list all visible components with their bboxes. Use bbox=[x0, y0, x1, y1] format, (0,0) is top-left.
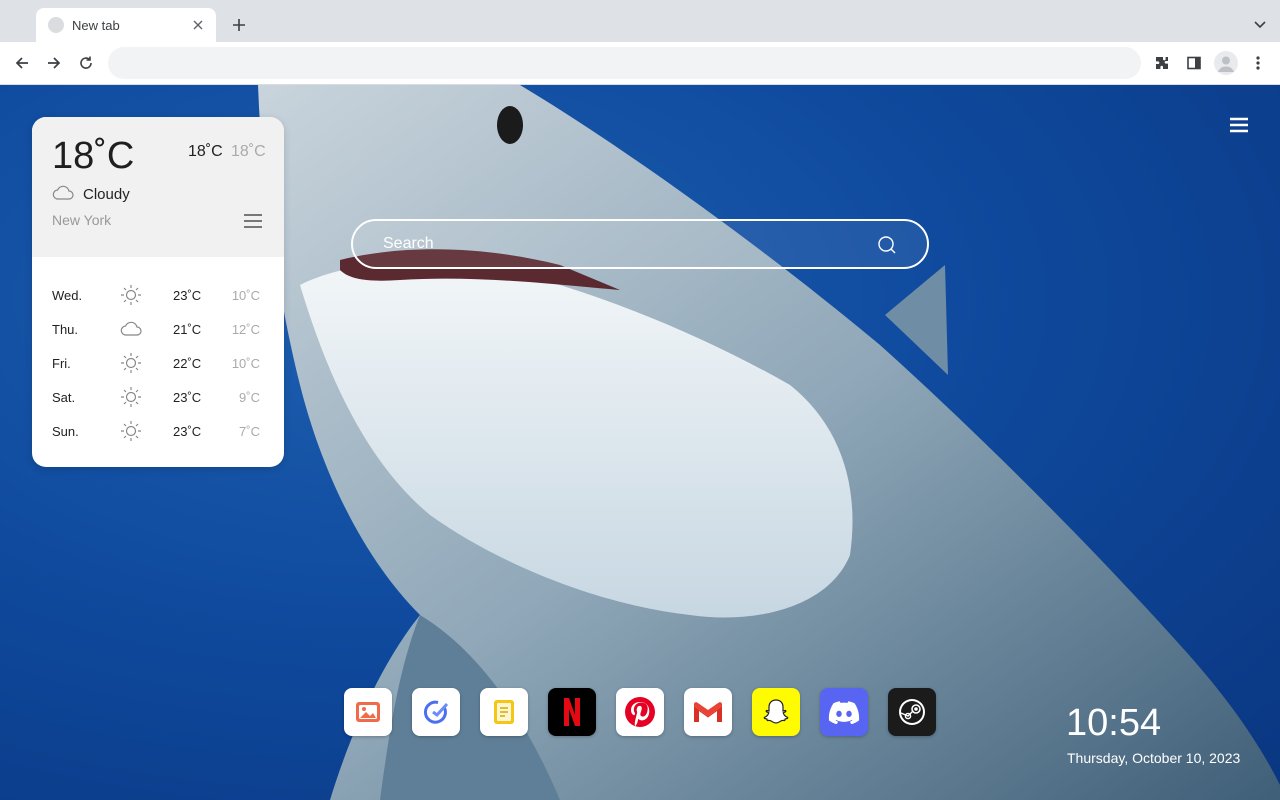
weather-widget: 18˚C 18˚C 18˚C Cloudy New York Wed. 23˚C… bbox=[32, 117, 284, 467]
close-icon[interactable] bbox=[190, 17, 206, 33]
photos-icon[interactable] bbox=[344, 688, 392, 736]
forecast-low: 9˚C bbox=[239, 390, 260, 405]
sun-icon bbox=[120, 386, 142, 408]
forecast-day: Sun. bbox=[52, 424, 79, 439]
clock-date: Thursday, October 10, 2023 bbox=[1067, 750, 1241, 766]
sun-icon bbox=[120, 284, 142, 306]
forecast-low: 12˚C bbox=[231, 322, 260, 337]
forecast-high: 21˚C bbox=[173, 322, 202, 337]
tab-favicon-icon bbox=[48, 17, 64, 33]
forecast-day: Wed. bbox=[52, 288, 83, 303]
address-bar[interactable] bbox=[108, 47, 1141, 79]
forecast-low: 7˚C bbox=[239, 424, 260, 439]
forecast-row: Thu. 21˚C 12˚C bbox=[32, 313, 284, 347]
cloud-icon bbox=[52, 184, 74, 200]
new-tab-page: 18˚C 18˚C 18˚C Cloudy New York Wed. 23˚C… bbox=[0, 85, 1280, 800]
search-input[interactable] bbox=[383, 221, 863, 267]
tab-strip: New tab bbox=[0, 0, 1280, 42]
back-icon[interactable] bbox=[11, 52, 33, 74]
sun-icon bbox=[120, 420, 142, 442]
search-box bbox=[351, 219, 929, 269]
forecast-list: Wed. 23˚C 10˚C Thu. 21˚C 12˚C Fri. 22˚C … bbox=[32, 257, 284, 449]
toolbar bbox=[0, 42, 1280, 85]
snapchat-icon[interactable] bbox=[752, 688, 800, 736]
forecast-high: 23˚C bbox=[173, 288, 202, 303]
forecast-day: Fri. bbox=[52, 356, 71, 371]
current-temperature: 18˚C bbox=[52, 135, 135, 177]
more-icon[interactable] bbox=[1247, 52, 1269, 74]
plus-icon[interactable] bbox=[228, 14, 250, 36]
profile-icon[interactable] bbox=[1214, 51, 1238, 75]
tab-title: New tab bbox=[72, 17, 120, 33]
tasks-icon[interactable] bbox=[412, 688, 460, 736]
chevron-down-icon[interactable] bbox=[1252, 16, 1268, 32]
forecast-high: 23˚C bbox=[173, 424, 202, 439]
tab-new-tab[interactable]: New tab bbox=[36, 8, 216, 42]
reload-icon[interactable] bbox=[75, 52, 97, 74]
weather-city[interactable]: New York bbox=[52, 212, 111, 228]
extensions-icon[interactable] bbox=[1151, 52, 1173, 74]
weather-current: 18˚C 18˚C 18˚C Cloudy New York bbox=[32, 117, 284, 257]
list-icon[interactable] bbox=[243, 213, 263, 229]
forecast-day: Sat. bbox=[52, 390, 76, 405]
forecast-day: Thu. bbox=[52, 322, 79, 337]
pinterest-icon[interactable] bbox=[616, 688, 664, 736]
forecast-row: Wed. 23˚C 10˚C bbox=[32, 279, 284, 313]
forecast-row: Fri. 22˚C 10˚C bbox=[32, 347, 284, 381]
netflix-icon[interactable] bbox=[548, 688, 596, 736]
forward-icon[interactable] bbox=[43, 52, 65, 74]
forecast-row: Sun. 23˚C 7˚C bbox=[32, 415, 284, 449]
side-panel-icon[interactable] bbox=[1183, 52, 1205, 74]
forecast-high: 23˚C bbox=[173, 390, 202, 405]
today-low: 18˚C bbox=[231, 143, 266, 160]
discord-icon[interactable] bbox=[820, 688, 868, 736]
steam-icon[interactable] bbox=[888, 688, 936, 736]
weather-condition: Cloudy bbox=[83, 186, 130, 203]
clock-time: 10:54 bbox=[1066, 702, 1162, 744]
sun-icon bbox=[120, 352, 142, 374]
notes-icon[interactable] bbox=[480, 688, 528, 736]
cloud-icon bbox=[120, 318, 142, 340]
search-icon[interactable] bbox=[877, 235, 897, 255]
gmail-icon[interactable] bbox=[684, 688, 732, 736]
today-high: 18˚C bbox=[188, 143, 223, 160]
forecast-row: Sat. 23˚C 9˚C bbox=[32, 381, 284, 415]
app-dock bbox=[344, 688, 936, 736]
forecast-low: 10˚C bbox=[231, 356, 260, 371]
forecast-high: 22˚C bbox=[173, 356, 202, 371]
menu-icon[interactable] bbox=[1229, 117, 1249, 133]
forecast-low: 10˚C bbox=[231, 288, 260, 303]
